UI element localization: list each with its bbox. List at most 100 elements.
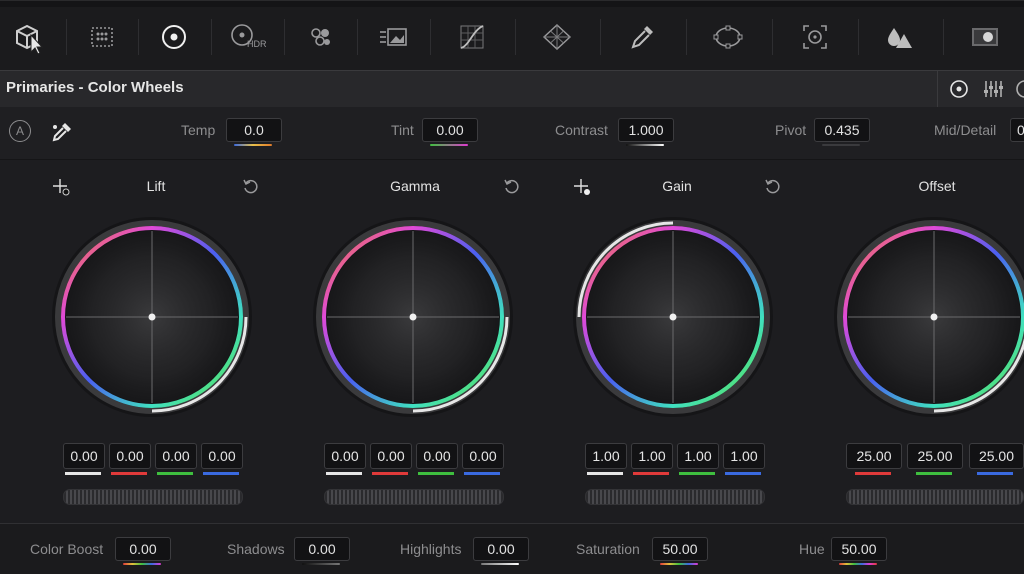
gain-g-field[interactable]: 1.00 <box>677 443 719 469</box>
gain-r-field[interactable]: 1.00 <box>631 443 673 469</box>
white-balance-picker-icon[interactable] <box>50 120 74 149</box>
key-icon[interactable] <box>965 17 1005 57</box>
gain-reset-icon[interactable] <box>763 176 783 201</box>
gain-b-field[interactable]: 1.00 <box>723 443 765 469</box>
tint-field[interactable]: 0.00 <box>422 118 478 142</box>
contrast-field[interactable]: 1.000 <box>618 118 674 142</box>
hdr-label: HDR <box>247 39 267 49</box>
bars-mode-icon[interactable] <box>982 78 1004 105</box>
color-boost-indicator <box>123 563 161 565</box>
hdr-wheels-icon[interactable]: HDR <box>227 17 267 57</box>
toolbar-separator <box>515 19 516 55</box>
lift-reset-icon[interactable] <box>241 176 261 201</box>
toolbar-separator <box>686 19 687 55</box>
panel-header: Primaries - Color Wheels <box>0 70 1024 108</box>
log-mode-icon[interactable] <box>1014 78 1024 105</box>
toolbar-separator <box>357 19 358 55</box>
tint-indicator <box>430 144 468 146</box>
lift-wheel[interactable] <box>51 216 253 418</box>
temp-indicator <box>234 144 272 146</box>
shadows-indicator <box>302 563 340 565</box>
color-boost-field[interactable]: 0.00 <box>115 537 171 561</box>
gamma-b-bar <box>464 472 500 475</box>
offset-g-bar <box>916 472 952 475</box>
saturation-field[interactable]: 50.00 <box>652 537 708 561</box>
offset-title: Offset <box>918 178 956 194</box>
lift-y-field[interactable]: 0.00 <box>63 443 105 469</box>
gain-y-field[interactable]: 1.00 <box>585 443 627 469</box>
offset-g-field[interactable]: 25.00 <box>907 443 963 469</box>
lift-r-field[interactable]: 0.00 <box>109 443 151 469</box>
color-boost-label: Color Boost <box>30 541 104 557</box>
lift-y-bar <box>65 472 101 475</box>
lift-b-field[interactable]: 0.00 <box>201 443 243 469</box>
highlights-field[interactable]: 0.00 <box>473 537 529 561</box>
lift-g-field[interactable]: 0.00 <box>155 443 197 469</box>
color-warper-icon[interactable] <box>537 17 577 57</box>
pivot-label: Pivot <box>775 122 807 138</box>
toolbar-separator <box>772 19 773 55</box>
blur-icon[interactable] <box>880 17 920 57</box>
gain-y-bar <box>587 472 623 475</box>
tracker-icon[interactable] <box>795 17 835 57</box>
toolbar-separator <box>943 19 944 55</box>
gamma-b-field[interactable]: 0.00 <box>462 443 504 469</box>
gain-r-bar <box>633 472 669 475</box>
hue-field[interactable]: 50.00 <box>831 537 887 561</box>
pivot-indicator <box>822 144 860 146</box>
shadows-field[interactable]: 0.00 <box>294 537 350 561</box>
offset-r-bar <box>855 472 891 475</box>
tint-label: Tint <box>391 122 414 138</box>
auto-balance-button[interactable]: A <box>9 120 31 142</box>
wheels-mode-icon[interactable] <box>948 78 970 105</box>
pivot-field[interactable]: 0.435 <box>814 118 870 142</box>
contrast-label: Contrast <box>555 122 608 138</box>
motion-effects-icon[interactable] <box>373 17 413 57</box>
lift-g-bar <box>157 472 193 475</box>
lift-picker-icon[interactable] <box>51 177 71 202</box>
camera-raw-icon[interactable] <box>10 17 50 57</box>
gamma-y-field[interactable]: 0.00 <box>324 443 366 469</box>
offset-master-wheel[interactable] <box>846 489 1024 505</box>
temp-label: Temp <box>181 122 216 138</box>
gamma-r-bar <box>372 472 408 475</box>
offset-b-field[interactable]: 25.00 <box>969 443 1024 469</box>
hue-indicator <box>839 563 877 565</box>
gain-g-bar <box>679 472 715 475</box>
qualifier-icon[interactable] <box>622 17 662 57</box>
toolbar-separator <box>430 19 431 55</box>
mid-detail-field[interactable]: 0.00 <box>1010 118 1024 142</box>
offset-wheel[interactable] <box>833 216 1024 418</box>
toolbar-separator <box>858 19 859 55</box>
gamma-g-field[interactable]: 0.00 <box>416 443 458 469</box>
toolbar-separator <box>211 19 212 55</box>
primary-params-row: A Temp 0.0 Tint 0.00 Contrast 1.000 Pivo… <box>0 107 1024 160</box>
gain-master-wheel[interactable] <box>585 489 765 505</box>
gain-picker-icon[interactable] <box>572 177 592 202</box>
offset-r-field[interactable]: 25.00 <box>846 443 902 469</box>
curves-icon[interactable] <box>452 17 492 57</box>
shadows-label: Shadows <box>227 541 285 557</box>
toolbar-separator <box>284 19 285 55</box>
temp-field[interactable]: 0.0 <box>226 118 282 142</box>
gamma-g-bar <box>418 472 454 475</box>
gamma-reset-icon[interactable] <box>502 176 522 201</box>
gamma-master-wheel[interactable] <box>324 489 504 505</box>
toolbar-separator <box>66 19 67 55</box>
color-wheels-icon[interactable] <box>154 17 194 57</box>
lift-r-bar <box>111 472 147 475</box>
gain-wheel[interactable] <box>572 216 774 418</box>
wheels-area: Lift 0.00 0.00 0.00 0.00 Gamma 0.00 0.00… <box>0 160 1024 523</box>
gamma-r-field[interactable]: 0.00 <box>370 443 412 469</box>
hue-label: Hue <box>799 541 825 557</box>
rgb-mixer-icon[interactable] <box>300 17 340 57</box>
window-icon[interactable] <box>708 17 748 57</box>
gamma-y-bar <box>326 472 362 475</box>
gamma-wheel[interactable] <box>312 216 514 418</box>
saturation-indicator <box>660 563 698 565</box>
panel-title: Primaries - Color Wheels <box>6 79 184 96</box>
toolbar-separator <box>600 19 601 55</box>
highlights-label: Highlights <box>400 541 462 557</box>
lift-master-wheel[interactable] <box>63 489 243 505</box>
color-match-icon[interactable] <box>82 17 122 57</box>
